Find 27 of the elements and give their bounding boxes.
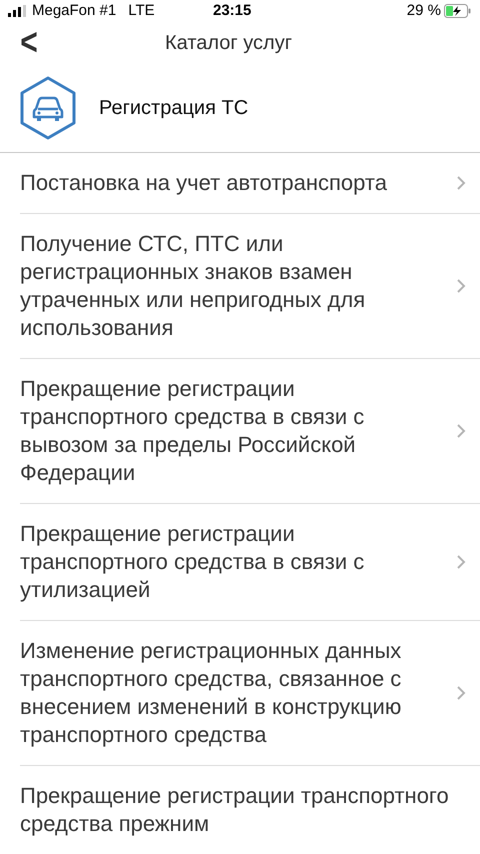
service-label: Прекращение регистрации транспортного средства в связи с утилизацией	[20, 520, 366, 604]
back-button[interactable]: <	[14, 24, 44, 62]
service-item[interactable]: Прекращение регистрации транспортного средства в связи с вывозом за пределы Российской Федерации	[20, 358, 480, 503]
service-item[interactable]: Прекращение регистрации транспортного средства в связи с утилизацией	[20, 502, 480, 620]
category-title: Регистрация ТС	[99, 96, 248, 122]
service-label: Изменение регистрационных данных транспортного средства, связанное с внесением изменений в конструкцию транспортного средства	[20, 636, 402, 749]
service-item[interactable]: Прекращение регистрации транспортного средства прежним	[20, 764, 480, 854]
carrier-name: MegaFon #1	[32, 1, 116, 21]
service-item[interactable]: Получение СТС, ПТС или регистрационных знаков взамен утраченных или непригодных для использования	[20, 212, 480, 358]
battery-percent: 29 %	[406, 1, 441, 21]
page-title: Каталог услуг	[165, 31, 292, 56]
chevron-icon	[456, 422, 466, 439]
car-icon	[19, 76, 77, 140]
signal-icon	[8, 5, 26, 18]
network-type: LTE	[128, 1, 155, 21]
service-label: Получение СТС, ПТС или регистрационных знаков взамен утраченных или непригодных для использования	[20, 230, 366, 342]
service-label: Прекращение регистрации транспортного средства прежним	[20, 782, 450, 838]
clock: 23:15	[213, 1, 252, 21]
service-item[interactable]: Постановка на учет автотранспорта	[20, 152, 480, 213]
chevron-icon	[456, 554, 466, 570]
battery-charging-icon	[444, 4, 472, 18]
chevron-icon	[456, 684, 466, 701]
chevron-icon	[456, 174, 466, 191]
service-item[interactable]: Изменение регистрационных данных транспортного средства, связанное с внесением изменений в конструкцию транспортного средства	[20, 620, 480, 765]
service-label: Прекращение регистрации транспортного средства в связи с вывозом за пределы Российской Федерации	[20, 374, 366, 487]
service-label: Постановка на учет автотранспорта	[20, 168, 388, 197]
chevron-icon	[456, 278, 466, 294]
